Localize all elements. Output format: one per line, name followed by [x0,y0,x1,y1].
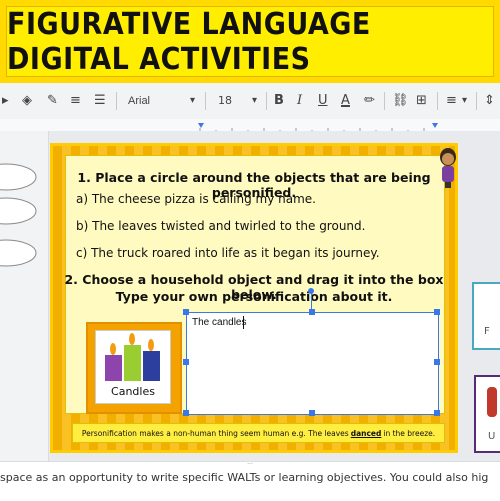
align-icon[interactable]: ≡ [446,92,457,110]
resize-handle[interactable] [434,410,440,416]
rotate-handle[interactable] [308,288,314,294]
italic-icon[interactable]: I [297,92,302,110]
pen-icon[interactable]: ✎ [47,92,58,110]
resize-handle[interactable] [309,309,315,315]
option-b[interactable]: b) The leaves twisted and twirled to the… [76,219,365,233]
option-c[interactable]: c) The truck roared into life as it bega… [76,246,380,260]
link-icon[interactable]: ⛓ [392,92,409,110]
banner-box: FIGURATIVE LANGUAGE DIGITAL ACTIVITIES [6,6,494,77]
toolbar-divider [384,92,385,110]
candles-object[interactable]: Candles [86,322,182,414]
option-a[interactable]: a) The cheese pizza is calling my name. [76,192,316,206]
align-dropdown-icon[interactable]: ▾ [462,92,467,110]
header-banner: FIGURATIVE LANGUAGE DIGITAL ACTIVITIES [0,0,500,83]
resize-handle[interactable] [183,410,189,416]
candles-card: Candles [95,330,171,404]
text-color-icon[interactable]: A [341,92,350,110]
resize-handle[interactable] [434,309,440,315]
textbox-value[interactable]: The candles [192,317,246,328]
rotate-connector [311,292,312,309]
formatting-toolbar: ▸ ◈ ✎ ≡ ☰ Arial ▾ 18 ▾ B I U A ✏ ⛓ ⊞ ≡ ▾… [0,83,500,120]
resize-handle[interactable] [183,359,189,365]
footer-emphasis: danced [350,428,382,438]
line-spacing-icon[interactable]: ⇕ [484,92,495,110]
resize-handle[interactable] [434,359,440,365]
card-letter: U [488,431,496,442]
toolbar-divider [205,92,206,110]
font-size-select[interactable]: 18 [218,92,232,110]
notes-text[interactable]: space as an opportunity to write specifi… [0,471,488,484]
footer-text-end: in the breeze. [383,428,436,438]
paint-format-icon[interactable]: ◈ [22,92,32,110]
object-card[interactable]: U [474,375,500,453]
line-icon[interactable]: ≡ [70,92,81,110]
toolbar-divider [116,92,117,110]
undo-icon[interactable]: ▸ [2,92,9,110]
definition-footer: Personification makes a non-human thing … [72,423,445,443]
question-two-instruction: Type your own personification about it. [115,289,393,304]
candles-label: Candles [111,385,155,398]
line-style-icon[interactable]: ☰ [94,92,106,110]
toolbar-divider [266,92,267,110]
footer-text: Personification makes a non-human thing … [81,428,349,438]
oval-shapes [0,163,37,267]
speaker-notes[interactable]: ··· space as an opportunity to write spe… [0,461,500,501]
drag-handle-icon[interactable]: ··· [240,462,260,468]
bold-icon[interactable]: B [274,92,284,110]
text-cursor [243,316,244,329]
underline-icon[interactable]: U [318,92,328,110]
candles-icon [105,333,160,381]
resize-handle[interactable] [309,410,315,416]
card-letter: F [484,326,490,337]
font-size-dropdown-icon[interactable]: ▾ [252,92,257,110]
toolbar-divider [437,92,438,110]
object-card[interactable]: F [472,282,500,350]
font-select[interactable]: Arial [128,92,150,110]
toolbar-divider [476,92,477,110]
object-image [487,387,497,417]
highlight-icon[interactable]: ✏ [364,92,375,110]
left-slide-edge [0,131,49,461]
resize-handle[interactable] [183,309,189,315]
personification-textbox[interactable]: The candles [186,312,439,415]
banner-title: FIGURATIVE LANGUAGE DIGITAL ACTIVITIES [7,6,371,77]
insert-comment-icon[interactable]: ⊞ [416,92,427,110]
font-dropdown-icon[interactable]: ▾ [190,92,195,110]
